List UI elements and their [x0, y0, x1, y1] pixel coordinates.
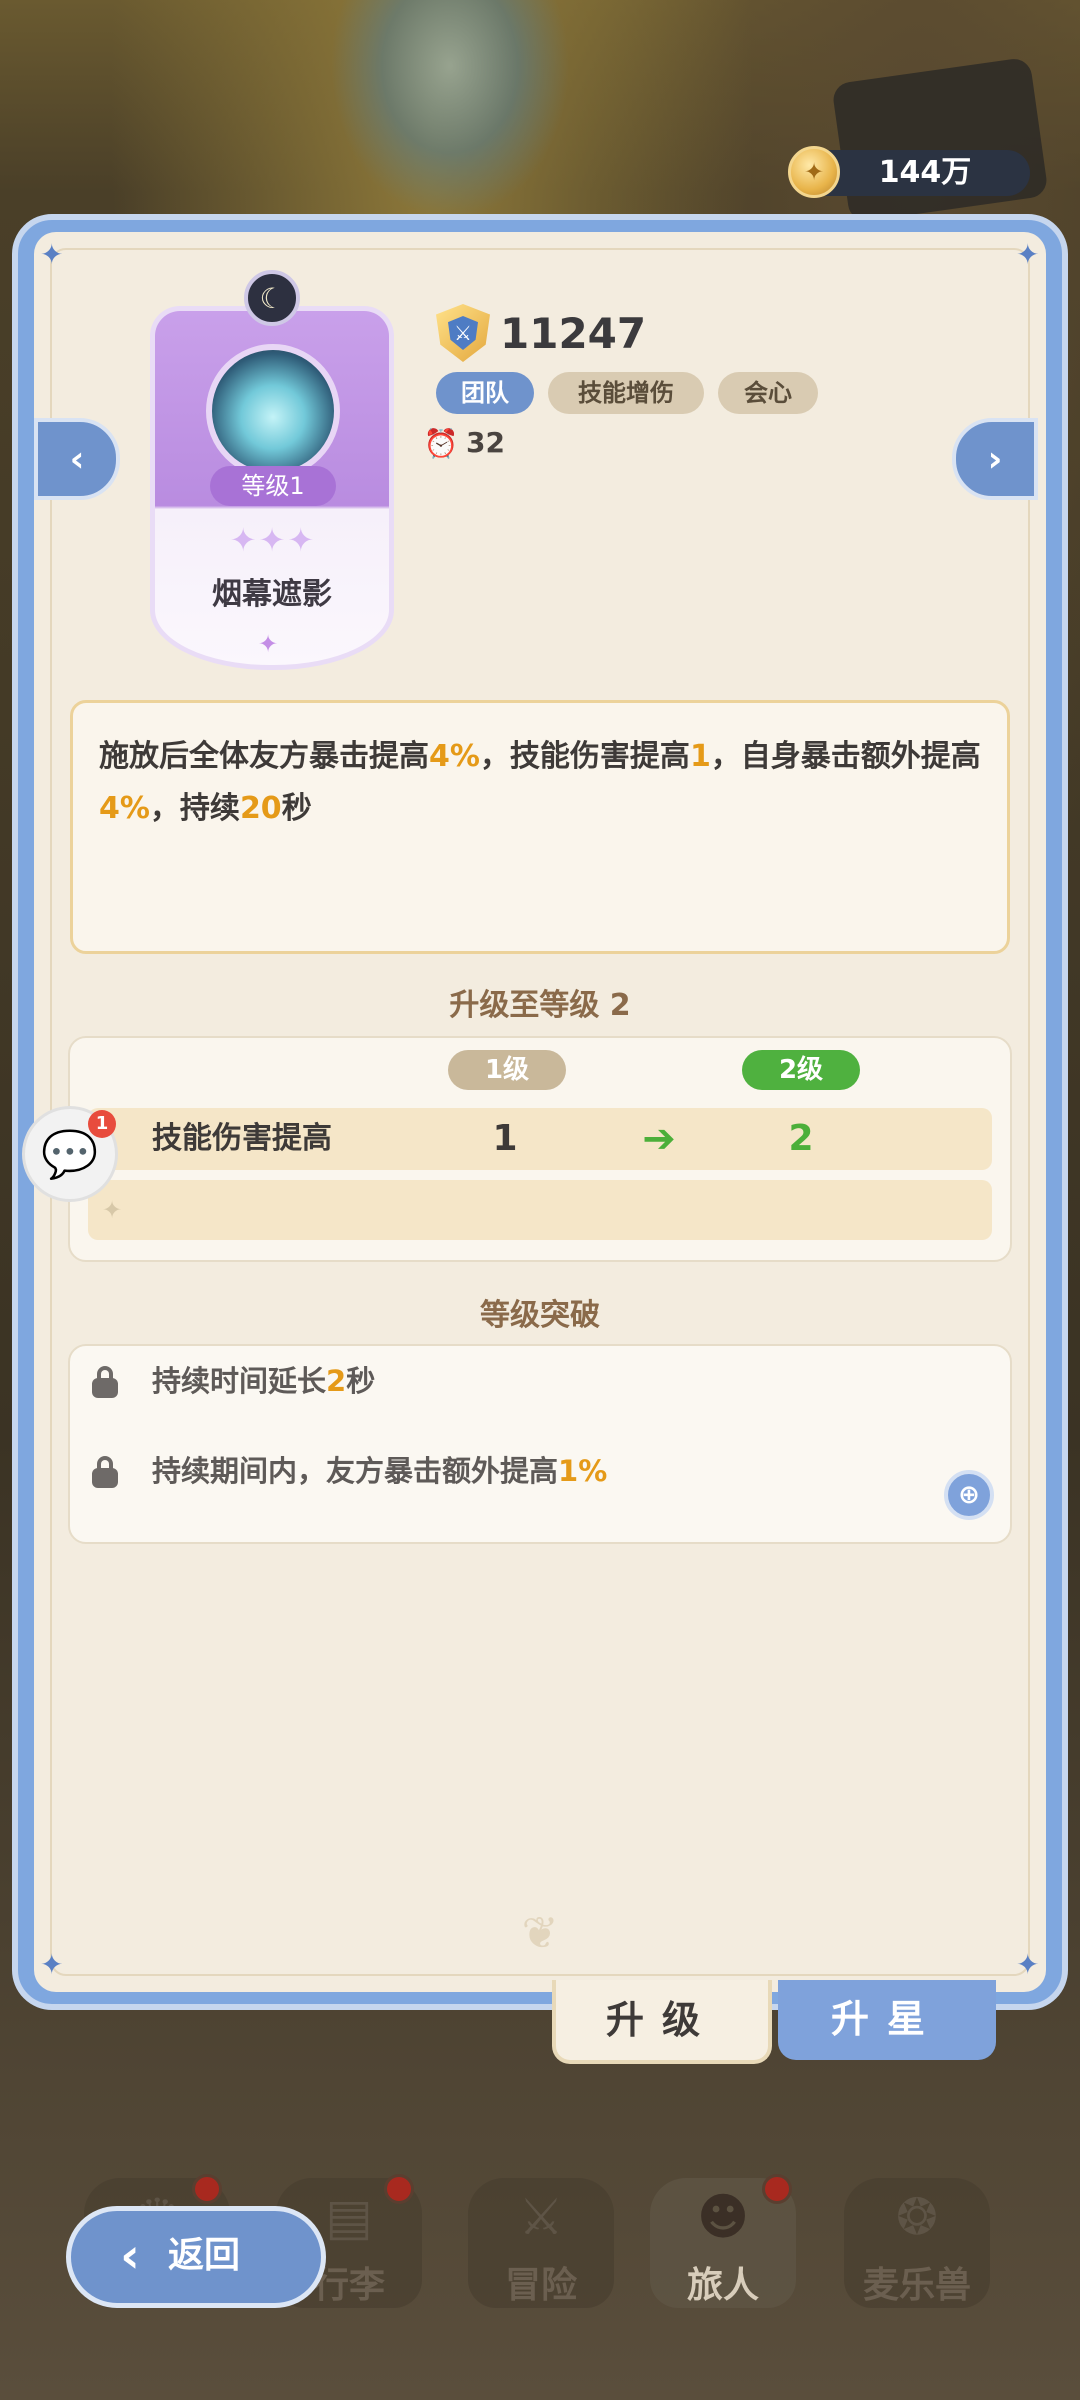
desc-highlight: 4%: [429, 739, 480, 774]
chevron-right-icon: ›: [987, 438, 1003, 480]
stat-current-value: 1: [492, 1118, 518, 1159]
crossed-swords-icon: ⚔: [518, 2188, 564, 2246]
back-label: 返回: [168, 2235, 241, 2276]
breakthrough-value: 1%: [558, 1454, 608, 1488]
chat-badge: 1: [88, 1110, 116, 1138]
corner-star-icon: ✦: [1016, 1948, 1040, 1981]
sparkle-icon: ✦: [258, 630, 279, 658]
panel-ornament: ❦: [521, 1908, 559, 1959]
moon-icon: ☾: [244, 270, 300, 326]
skill-level-badge: 等级1: [210, 466, 336, 506]
current-level-pill: 1级: [448, 1050, 566, 1090]
tag-team: 团队: [436, 372, 534, 414]
coin-amount: 144万: [878, 155, 972, 190]
upgrade-section-title: 升级至等级 2: [449, 988, 631, 1023]
chat-bubble-icon: 💬: [41, 1126, 99, 1181]
fox-icon: ❂: [896, 2188, 938, 2246]
magnifier-plus-icon: ⊕: [958, 1480, 980, 1510]
breakthrough-value: 2: [326, 1364, 347, 1398]
stat-label: 技能伤害提高: [152, 1121, 332, 1156]
lock-icon: [90, 1456, 120, 1488]
desc-highlight: 20: [239, 791, 282, 826]
nav-label: 冒险: [504, 2265, 577, 2306]
coin-icon: ✦: [788, 146, 840, 198]
corner-star-icon: ✦: [40, 1948, 64, 1981]
breakthrough-item: 持续期间内，友方暴击额外提高1%: [152, 1448, 607, 1494]
arrow-right-icon: ➔: [642, 1116, 676, 1162]
desc-text: 秒: [281, 791, 312, 826]
skill-stars: ✦✦✦: [229, 521, 317, 559]
desc-text: ，自身暴击额外提高: [710, 739, 981, 774]
notification-dot: [384, 2174, 414, 2204]
skill-name: 烟幕遮影: [212, 577, 332, 612]
background-crate: [831, 56, 1049, 224]
desc-text: ，技能伤害提高: [479, 739, 690, 774]
skill-portrait: [206, 344, 340, 478]
table-row: [88, 1180, 992, 1240]
cooldown-value: 32: [466, 426, 505, 459]
next-level-pill: 2级: [742, 1050, 860, 1090]
desc-highlight: 1: [689, 739, 711, 774]
notification-dot: [762, 2174, 792, 2204]
breakthrough-text: 持续时间延长: [152, 1364, 327, 1398]
corner-star-icon: ✦: [40, 238, 64, 271]
notification-dot: [192, 2174, 222, 2204]
desc-text: 施放后全体友方暴击提高: [99, 739, 429, 774]
stat-next-value: 2: [788, 1118, 814, 1159]
corner-star-icon: ✦: [1016, 238, 1040, 271]
desc-highlight: 4%: [99, 791, 150, 826]
breakthrough-section-title: 等级突破: [480, 1298, 600, 1333]
lock-icon: [90, 1366, 120, 1398]
tag-crit: 会心: [718, 372, 818, 414]
previous-skill-button[interactable]: ‹: [34, 418, 120, 500]
zoom-in-button[interactable]: ⊕: [944, 1470, 994, 1520]
alarm-clock-icon: ⏰: [423, 426, 459, 460]
tag-skill-damage: 技能增伤: [548, 372, 704, 414]
desc-text: ，持续: [149, 791, 240, 826]
power-value: 11247: [500, 309, 647, 358]
breakthrough-text: 持续期间内，友方暴击额外提高: [152, 1454, 559, 1488]
back-arrow-icon: ‹: [120, 2228, 140, 2284]
sparkle-icon: ✦: [102, 1196, 123, 1224]
tab-upgrade[interactable]: 升级: [552, 1980, 772, 2064]
next-skill-button[interactable]: ›: [952, 418, 1038, 500]
breakthrough-item: 持续时间延长2秒: [152, 1358, 375, 1404]
chevron-left-icon: ‹: [69, 438, 85, 480]
breakthrough-text: 秒: [346, 1364, 376, 1398]
nav-item-adventure[interactable]: ⚔ 冒险: [468, 2178, 614, 2308]
nav-label: 麦乐兽: [862, 2265, 971, 2306]
background-character: [330, 0, 570, 220]
skill-description: 施放后全体友方暴击提高4%，技能伤害提高1，自身暴击额外提高4%，持续20秒: [70, 700, 1010, 954]
nav-item-pet[interactable]: ❂ 麦乐兽: [844, 2178, 990, 2308]
tab-star-up[interactable]: 升星: [778, 1980, 996, 2060]
nav-label: 旅人: [686, 2265, 759, 2306]
